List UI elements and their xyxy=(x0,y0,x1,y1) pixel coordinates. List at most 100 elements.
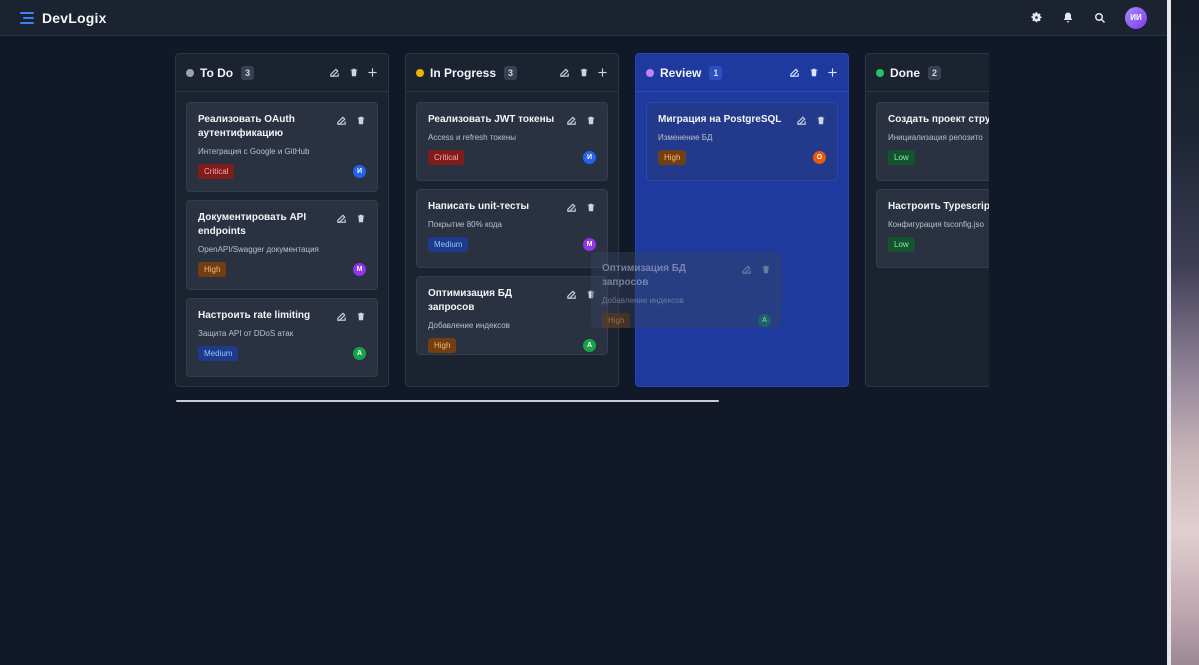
edit-icon[interactable] xyxy=(789,67,800,78)
card-description: Инициализация репозито xyxy=(888,133,983,142)
column-count: 3 xyxy=(241,65,255,80)
status-dot xyxy=(186,68,194,77)
bell-icon[interactable] xyxy=(1061,11,1075,25)
priority-badge: High xyxy=(658,150,687,165)
priority-badge: Medium xyxy=(428,237,469,252)
card-title: Создать проект струк xyxy=(888,114,989,125)
list-icon xyxy=(20,11,34,24)
card-title: Оптимизация БД запросов xyxy=(602,263,687,288)
priority-badge: High xyxy=(428,338,457,353)
priority-badge: Medium xyxy=(198,346,239,361)
app-title: DevLogix xyxy=(42,9,107,26)
card-title: Настроить rate limiting xyxy=(198,310,311,321)
priority-badge: High xyxy=(198,262,227,277)
card-description: Интеграция с Google и GitHub xyxy=(198,147,310,156)
task-card[interactable]: Оптимизация БД запросов Добавление индек… xyxy=(416,276,608,355)
task-card[interactable]: Настроить rate limiting Защита API от DD… xyxy=(186,298,378,377)
plus-icon[interactable] xyxy=(597,67,608,78)
card-description: Покрытие 80% кода xyxy=(428,220,502,229)
column-count: 2 xyxy=(928,65,942,80)
assignee-avatar: А xyxy=(758,314,771,327)
edit-icon[interactable] xyxy=(559,67,570,78)
task-card[interactable]: Документировать API endpoints OpenAPI/Sw… xyxy=(186,200,378,290)
column-in-progress: In Progress 3 Реализовать JWT токены Acc… xyxy=(405,53,619,387)
search-icon[interactable] xyxy=(1093,11,1107,25)
trash-icon[interactable] xyxy=(348,67,359,78)
edit-icon[interactable] xyxy=(329,67,340,78)
task-card[interactable]: Реализовать JWT токены Access и refresh … xyxy=(416,102,608,181)
edit-icon[interactable] xyxy=(566,202,577,213)
task-card[interactable]: Реализовать OAuth аутентификацию Интегра… xyxy=(186,102,378,192)
card-title: Написать unit-тесты xyxy=(428,201,530,212)
kanban-board: To Do 3 Реализовать OAuth аутентификацию… xyxy=(175,53,989,388)
column-count: 1 xyxy=(709,65,723,80)
trash-icon[interactable] xyxy=(355,213,366,224)
column-title: To Do xyxy=(200,65,234,80)
background-photo xyxy=(1171,0,1199,665)
column-review: Review 1 Миграция на PostgreSQL Изменени… xyxy=(635,53,849,387)
edit-icon[interactable] xyxy=(796,115,807,126)
card-title: Реализовать OAuth аутентификацию xyxy=(198,114,295,139)
column-title: In Progress xyxy=(430,65,497,80)
column-done: Done 2 Создать проект струк Инициализаци… xyxy=(865,53,989,387)
assignee-avatar[interactable]: М xyxy=(353,263,366,276)
assignee-avatar[interactable]: А xyxy=(353,347,366,360)
trash-icon xyxy=(760,264,771,275)
assignee-avatar[interactable]: О xyxy=(813,151,826,164)
column-count: 3 xyxy=(504,65,518,80)
edit-icon[interactable] xyxy=(336,311,347,322)
card-description: Добавление индексов xyxy=(602,296,684,305)
priority-badge: High xyxy=(602,313,631,328)
status-dot xyxy=(646,68,654,77)
task-card[interactable]: Создать проект струк Инициализация репоз… xyxy=(876,102,989,181)
card-description: OpenAPI/Swagger документация xyxy=(198,245,319,254)
plus-icon[interactable] xyxy=(827,67,838,78)
user-avatar[interactable]: ИИ xyxy=(1125,6,1147,29)
task-card[interactable]: Написать unit-тесты Покрытие 80% кода Me… xyxy=(416,189,608,268)
card-title: Реализовать JWT токены xyxy=(428,114,555,125)
horizontal-scrollbar[interactable] xyxy=(176,400,719,402)
trash-icon[interactable] xyxy=(578,67,589,78)
drag-preview-card[interactable]: Оптимизация БД запросов Добавление индек… xyxy=(591,252,782,328)
task-card[interactable]: Миграция на PostgreSQL Изменение БД High… xyxy=(646,102,838,181)
card-description: Конфигурация tsconfig.jso xyxy=(888,220,984,229)
card-description: Защита API от DDoS атак xyxy=(198,329,294,338)
trash-icon[interactable] xyxy=(585,115,596,126)
column-title: Review xyxy=(660,65,702,80)
top-bar: DevLogix ИИ xyxy=(0,0,1167,36)
card-title: Документировать API endpoints xyxy=(198,212,307,237)
assignee-avatar[interactable]: М xyxy=(583,238,596,251)
status-dot xyxy=(876,68,884,77)
plus-icon[interactable] xyxy=(367,67,378,78)
priority-badge: Low xyxy=(888,150,915,165)
card-description: Изменение БД xyxy=(658,133,713,142)
assignee-avatar[interactable]: И xyxy=(583,151,596,164)
column-todo: To Do 3 Реализовать OAuth аутентификацию… xyxy=(175,53,389,387)
gear-icon[interactable] xyxy=(1029,11,1043,25)
trash-icon[interactable] xyxy=(585,202,596,213)
card-title: Миграция на PostgreSQL xyxy=(658,114,782,125)
edit-icon[interactable] xyxy=(336,115,347,126)
card-description: Добавление индексов xyxy=(428,321,510,330)
trash-icon[interactable] xyxy=(815,115,826,126)
window-edge xyxy=(1167,0,1199,665)
status-dot xyxy=(416,68,424,77)
priority-badge: Critical xyxy=(428,150,465,165)
card-title: Оптимизация БД запросов xyxy=(428,288,513,313)
trash-icon[interactable] xyxy=(808,67,819,78)
task-card[interactable]: Настроить Typescript Конфигурация tsconf… xyxy=(876,189,989,268)
card-title: Настроить Typescript xyxy=(888,201,989,212)
card-description: Access и refresh токены xyxy=(428,133,517,142)
priority-badge: Critical xyxy=(198,164,235,179)
edit-icon[interactable] xyxy=(336,213,347,224)
edit-icon[interactable] xyxy=(566,115,577,126)
trash-icon[interactable] xyxy=(355,115,366,126)
assignee-avatar[interactable]: А xyxy=(583,339,596,352)
assignee-avatar[interactable]: И xyxy=(353,165,366,178)
edit-icon[interactable] xyxy=(566,289,577,300)
priority-badge: Low xyxy=(888,237,915,252)
brand[interactable]: DevLogix xyxy=(20,10,107,26)
edit-icon xyxy=(741,264,752,275)
column-title: Done xyxy=(890,65,920,80)
trash-icon[interactable] xyxy=(355,311,366,322)
